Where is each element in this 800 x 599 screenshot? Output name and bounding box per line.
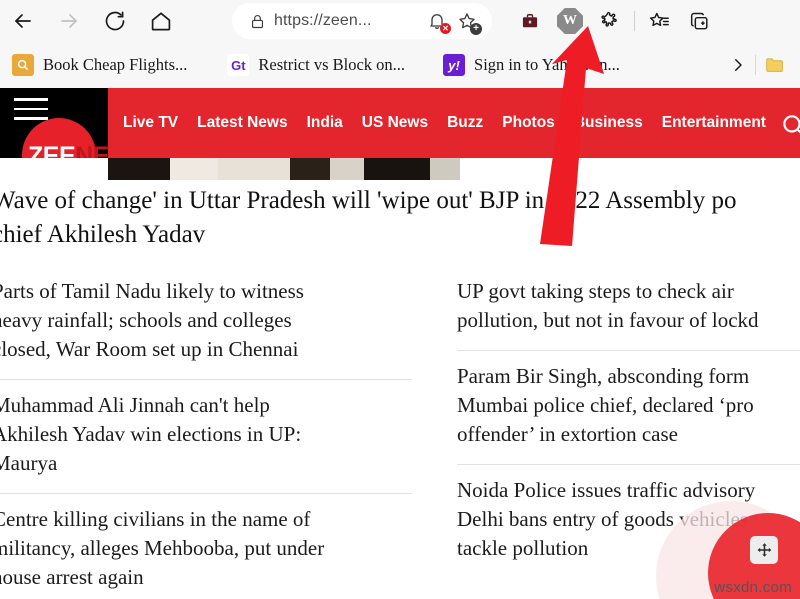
w-extension-glyph: W	[557, 8, 583, 34]
story-line: Centre killing civilians in the name of	[0, 507, 311, 531]
nav-item-live-tv[interactable]: Live TV	[123, 114, 178, 132]
story-line: Parts of Tamil Nadu likely to witness	[0, 279, 304, 303]
thumb	[170, 158, 218, 180]
browser-toolbar: https://zeen... ✕ + W	[0, 0, 800, 42]
story-line: pollution, but not in favour of lockd	[457, 308, 759, 332]
story-line: UP govt taking steps to check air	[457, 279, 734, 303]
nav-item-india[interactable]: India	[307, 114, 343, 132]
story-line: Maurya	[0, 451, 58, 475]
address-bar[interactable]: https://zeen... ✕ +	[232, 3, 492, 39]
home-button[interactable]	[138, 0, 184, 42]
site-logo-block[interactable]: ZEENEWS	[0, 88, 108, 158]
nav-item-us-news[interactable]: US News	[362, 114, 428, 132]
story-item[interactable]: Parts of Tamil Nadu likely to witness he…	[0, 266, 412, 379]
browser-chrome: https://zeen... ✕ + W Book Cheap Flights…	[0, 0, 800, 88]
toolbar-icon-group: W	[510, 0, 719, 42]
add-tab-group-icon[interactable]	[679, 0, 719, 42]
site-header: ZEENEWS Live TV Latest News India US New…	[0, 88, 800, 158]
logo-zee-text: ZEE	[28, 142, 76, 158]
site-logo-text: ZEENEWS	[28, 142, 108, 158]
bookmark-favicon: Gt	[227, 54, 250, 76]
folder-icon[interactable]	[756, 54, 794, 76]
notification-bell-blocked-icon[interactable]: ✕	[422, 5, 452, 37]
story-line: heavy rainfall; schools and colleges	[0, 308, 292, 332]
reload-button[interactable]	[92, 0, 138, 42]
extensions-puzzle-icon[interactable]	[590, 0, 630, 42]
search-icon[interactable]	[780, 112, 800, 143]
bookmark-item[interactable]: Gt Restrict vs Block on...	[221, 42, 411, 88]
story-item[interactable]: Centre killing civilians in the name of …	[0, 493, 412, 599]
w-extension-icon[interactable]: W	[550, 0, 590, 42]
web-page-content: ZEENEWS Live TV Latest News India US New…	[0, 88, 800, 599]
bookmarks-bar: Book Cheap Flights... Gt Restrict vs Blo…	[0, 42, 800, 88]
bookmark-favicon	[12, 54, 34, 76]
browser-window: https://zeen... ✕ + W Book Cheap Flights…	[0, 0, 800, 599]
thumb	[330, 158, 364, 180]
bookmark-label: Book Cheap Flights...	[43, 55, 188, 74]
article-thumbnail-strip	[0, 158, 800, 180]
main-headline[interactable]: Wave of change' in Uttar Pradesh will 'w…	[0, 184, 800, 252]
url-text: https://zeen...	[274, 12, 372, 29]
bookmark-item[interactable]: Book Cheap Flights...	[6, 42, 193, 88]
story-line: Mumbai police chief, declared ‘pro	[457, 393, 754, 417]
story-line: Muhammad Ali Jinnah can't help	[0, 393, 270, 417]
briefcase-icon[interactable]	[510, 0, 550, 42]
story-item[interactable]: Muhammad Ali Jinnah can't help Akhilesh …	[0, 379, 412, 493]
bookmarks-bar-right	[721, 42, 794, 88]
toolbar-divider	[634, 11, 635, 31]
bookmark-item[interactable]: y! Sign in to Yahoo! In...	[437, 42, 626, 88]
chevron-right-icon[interactable]	[721, 56, 755, 74]
story-column-left: Parts of Tamil Nadu likely to witness he…	[0, 266, 412, 599]
site-nav-bar: Live TV Latest News India US News Buzz P…	[108, 88, 800, 158]
nav-item-latest-news[interactable]: Latest News	[197, 114, 287, 132]
nav-item-photos[interactable]: Photos	[502, 114, 555, 132]
back-button[interactable]	[0, 0, 46, 42]
story-line: Noida Police issues traffic advisory	[457, 478, 756, 502]
bookmark-label: Sign in to Yahoo! In...	[474, 55, 620, 74]
thumb	[364, 158, 430, 180]
story-line: offender’ in extortion case	[457, 422, 678, 446]
watermark-text: wsxdn.com	[714, 579, 792, 596]
thumb	[108, 158, 170, 180]
headline-line: chief Akhilesh Yadav	[0, 221, 206, 248]
move-drag-icon[interactable]	[750, 536, 778, 564]
nav-item-business[interactable]: Business	[574, 114, 643, 132]
lock-icon	[246, 13, 268, 30]
thumb	[218, 158, 290, 180]
story-line: closed, War Room set up in Chennai	[0, 337, 299, 361]
logo-news-text: NEWS	[75, 142, 108, 158]
forward-button	[46, 0, 92, 42]
thumb	[430, 158, 460, 180]
story-line: house arrest again	[0, 565, 144, 589]
story-item[interactable]: UP govt taking steps to check air pollut…	[457, 266, 800, 350]
collections-icon[interactable]	[639, 0, 679, 42]
nav-item-entertainment[interactable]: Entertainment	[662, 114, 766, 132]
thumb	[290, 158, 330, 180]
nav-item-buzz[interactable]: Buzz	[447, 114, 483, 132]
story-line: militancy, alleges Mehbooba, put under	[0, 536, 325, 560]
add-favorite-star-icon[interactable]: +	[452, 5, 482, 37]
bookmark-label: Restrict vs Block on...	[258, 55, 406, 74]
headline-line: Wave of change' in Uttar Pradesh will 'w…	[0, 187, 737, 214]
story-item[interactable]: Param Bir Singh, absconding form Mumbai …	[457, 350, 800, 464]
story-line: Akhilesh Yadav win elections in UP:	[0, 422, 302, 446]
bookmark-favicon: y!	[443, 54, 466, 76]
story-line: Param Bir Singh, absconding form	[457, 364, 750, 388]
